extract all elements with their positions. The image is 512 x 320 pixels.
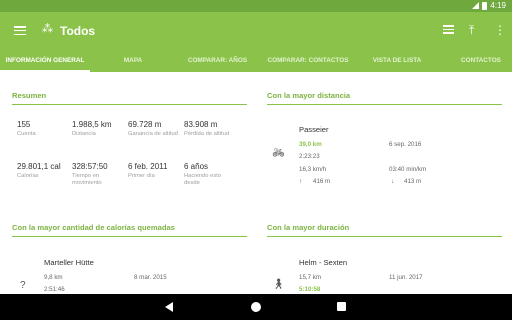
bike-icon: 🚲︎ xyxy=(272,148,285,159)
tab-vista-de-lista[interactable]: VISTA DE LISTA xyxy=(364,50,430,72)
resumen-card: Resumen 155 Cuenta 1.988,5 km Distancia … xyxy=(12,91,247,201)
record-name: Marteller Hütte xyxy=(44,258,94,267)
record-name: Passeier xyxy=(299,125,329,134)
tab-comparar-contactos[interactable]: COMPARAR: CONTACTOS xyxy=(262,50,354,72)
record-duration: 5:10:58 xyxy=(299,286,321,293)
mayor-distancia-header: Con la mayor distancia xyxy=(267,91,502,105)
stat-perdida-altitud: 83.908 m Pérdida de altitud xyxy=(184,120,230,137)
mayor-calorias-header: Con la mayor cantidad de calorías quemad… xyxy=(12,223,247,237)
record-speed: 16,3 km/h xyxy=(299,166,327,173)
stat-distancia: 1.988,5 km Distancia xyxy=(72,120,112,137)
record-date: 11 jun. 2017 xyxy=(389,274,423,281)
tab-informacion-general[interactable]: INFORMACIÓN GENERAL xyxy=(0,50,90,72)
page-title: Todos xyxy=(60,24,96,38)
mayor-duracion-header: Con la mayor duración xyxy=(267,223,502,237)
record-elevation-up: 416 m xyxy=(313,178,331,185)
main-content: Resumen 155 Cuenta 1.988,5 km Distancia … xyxy=(0,72,512,294)
app-logo-icon: ⁂ xyxy=(42,23,53,35)
list-view-icon[interactable] xyxy=(443,25,454,35)
record-pace: 03:40 min/km xyxy=(389,166,427,173)
tab-contactos[interactable]: CONTACTOS xyxy=(455,50,507,72)
arrow-down-icon: ↓ xyxy=(391,178,395,185)
record-duration: 2:23:23 xyxy=(299,153,320,160)
hiking-icon: 🚶︎ xyxy=(272,279,285,290)
record-distance: 39,0 km xyxy=(299,141,322,148)
stat-haciendo-esto-desde: 6 años Haciendo esto desde xyxy=(184,162,222,186)
more-options-icon[interactable]: ⋮ xyxy=(494,23,506,37)
stat-ganancia-altitud: 69.728 m Ganancia de altitud xyxy=(128,120,178,137)
tab-bar: INFORMACIÓN GENERAL MAPA COMPARAR: AÑOS … xyxy=(0,50,512,72)
status-bar: 4:19 xyxy=(0,0,512,12)
record-distance: 9,8 km xyxy=(44,274,63,281)
system-nav-bar xyxy=(0,294,512,320)
upload-icon[interactable]: ⤒ xyxy=(469,23,474,38)
tab-mapa[interactable]: MAPA xyxy=(108,50,158,72)
stat-primer-dia: 6 feb. 2011 Primer día xyxy=(128,162,168,179)
record-date: 8 mar. 2015 xyxy=(134,274,167,281)
signal-icon xyxy=(472,2,480,9)
record-elevation-down: 413 m xyxy=(404,178,422,185)
unknown-activity-icon: ? xyxy=(20,280,26,291)
app-bar: ⁂ Todos ⤒ ⋮ xyxy=(0,12,512,50)
back-icon[interactable] xyxy=(165,302,173,312)
mayor-calorias-card[interactable]: Con la mayor cantidad de calorías quemad… xyxy=(12,223,247,294)
battery-icon xyxy=(482,1,488,10)
stat-cuenta: 155 Cuenta xyxy=(17,120,36,137)
tab-comparar-anos[interactable]: COMPARAR: AÑOS xyxy=(180,50,255,72)
record-distance: 15,7 km xyxy=(299,274,322,281)
record-duration: 2:51:46 xyxy=(44,286,65,293)
mayor-distancia-card[interactable]: Con la mayor distancia 🚲︎ Passeier 39,0 … xyxy=(267,91,502,201)
arrow-up-icon: ↑ xyxy=(299,178,303,185)
home-icon[interactable] xyxy=(251,302,261,312)
record-date: 6 sep. 2016 xyxy=(389,141,422,148)
stat-tiempo-movimiento: 328:57:50 Tiempo en movimiento xyxy=(72,162,108,186)
status-time: 4:19 xyxy=(490,1,506,10)
resumen-header: Resumen xyxy=(12,91,247,105)
stat-calorias: 29.801,1 cal Calorías xyxy=(17,162,61,179)
record-name: Helm - Sexten xyxy=(299,258,348,267)
mayor-duracion-card[interactable]: Con la mayor duración 🚶︎ Helm - Sexten 1… xyxy=(267,223,502,294)
recents-icon[interactable] xyxy=(337,302,346,311)
menu-icon[interactable] xyxy=(14,26,26,36)
